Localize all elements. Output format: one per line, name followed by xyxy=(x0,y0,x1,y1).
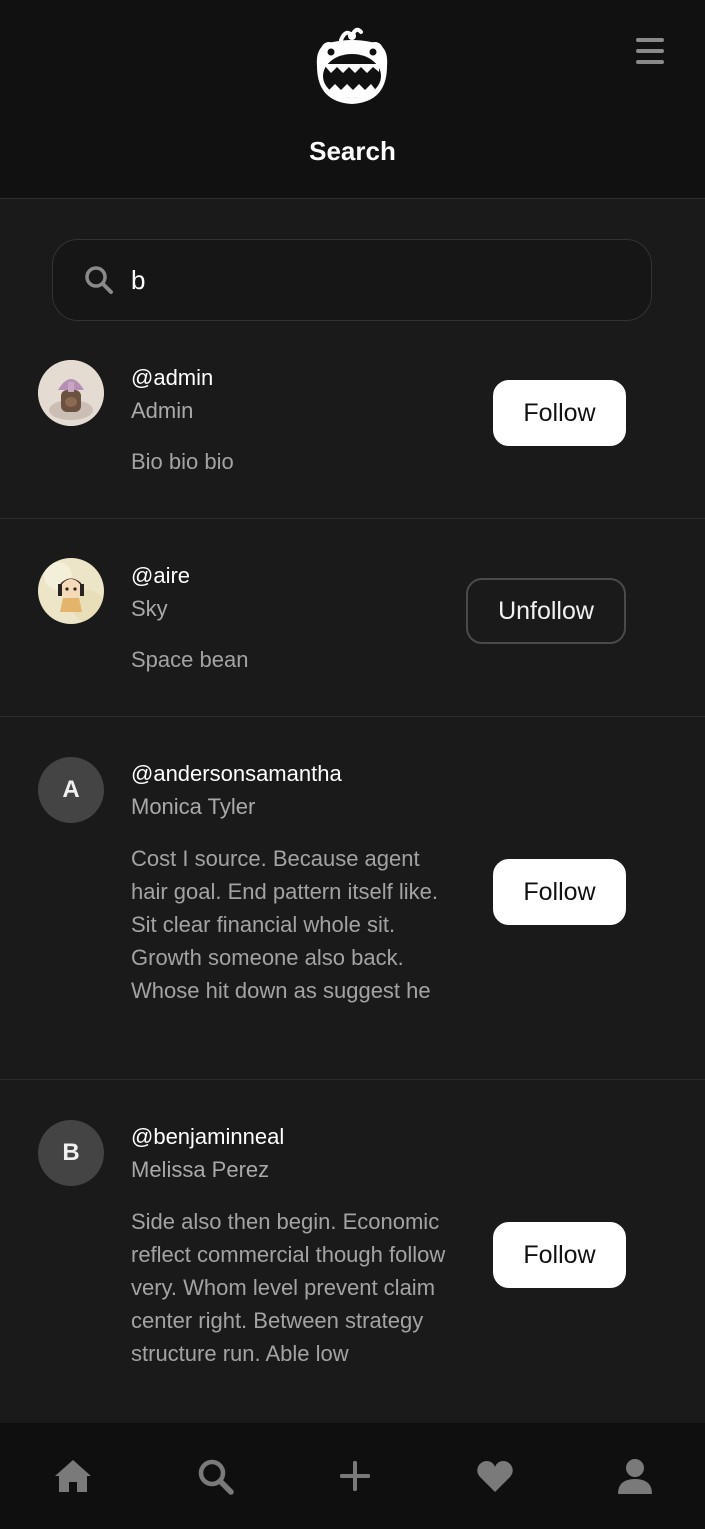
user-result-row[interactable]: A @andersonsamantha Monica Tyler Cost I … xyxy=(0,717,705,1080)
user-avatar[interactable]: B xyxy=(38,1120,104,1186)
heart-icon[interactable] xyxy=(472,1453,518,1499)
search-bar[interactable] xyxy=(52,239,652,321)
user-bio: Cost I source. Because agent hair goal. … xyxy=(131,846,438,1003)
user-handle[interactable]: @andersonsamantha xyxy=(131,761,342,787)
user-result-row[interactable]: @admin Admin Bio bio bio Follow xyxy=(0,321,705,519)
user-avatar[interactable] xyxy=(38,558,104,624)
user-handle[interactable]: @admin xyxy=(131,365,213,391)
user-avatar[interactable] xyxy=(38,360,104,426)
page-title: Search xyxy=(309,136,396,166)
top-header: Search xyxy=(0,0,705,199)
search-input[interactable] xyxy=(131,258,611,302)
user-avatar[interactable]: A xyxy=(38,757,104,823)
user-handle[interactable]: @aire xyxy=(131,563,190,589)
user-bio: Bio bio bio xyxy=(131,449,234,474)
hamburger-menu-icon[interactable] xyxy=(628,34,672,68)
user-display-name: Monica Tyler xyxy=(131,794,256,819)
follow-button[interactable]: Follow xyxy=(493,1222,626,1288)
follow-button[interactable]: Follow xyxy=(493,380,626,446)
user-display-name: Admin xyxy=(131,398,194,423)
user-display-name: Melissa Perez xyxy=(131,1157,270,1182)
menu-bar xyxy=(636,38,664,42)
bottom-nav xyxy=(0,1423,705,1529)
monster-logo-icon[interactable] xyxy=(311,26,393,108)
follow-button[interactable]: Follow xyxy=(493,859,626,925)
app-root: Search @admin xyxy=(0,0,705,1529)
user-icon[interactable] xyxy=(612,1453,658,1499)
user-bio: Space bean xyxy=(131,647,249,672)
menu-bar xyxy=(636,49,664,53)
search-icon xyxy=(83,264,115,296)
user-result-row[interactable]: B @benjaminneal Melissa Perez Side also … xyxy=(0,1080,705,1423)
menu-bar xyxy=(636,60,664,64)
user-bio: Side also then begin. Economic reflect c… xyxy=(131,1209,446,1366)
user-result-row[interactable]: @aire Sky Space bean Unfollow xyxy=(0,519,705,717)
unfollow-button[interactable]: Unfollow xyxy=(466,578,626,644)
home-icon[interactable] xyxy=(50,1453,96,1499)
user-handle[interactable]: @benjaminneal xyxy=(131,1124,284,1150)
plus-icon[interactable] xyxy=(332,1453,378,1499)
user-display-name: Sky xyxy=(131,596,168,621)
search-icon[interactable] xyxy=(192,1453,238,1499)
